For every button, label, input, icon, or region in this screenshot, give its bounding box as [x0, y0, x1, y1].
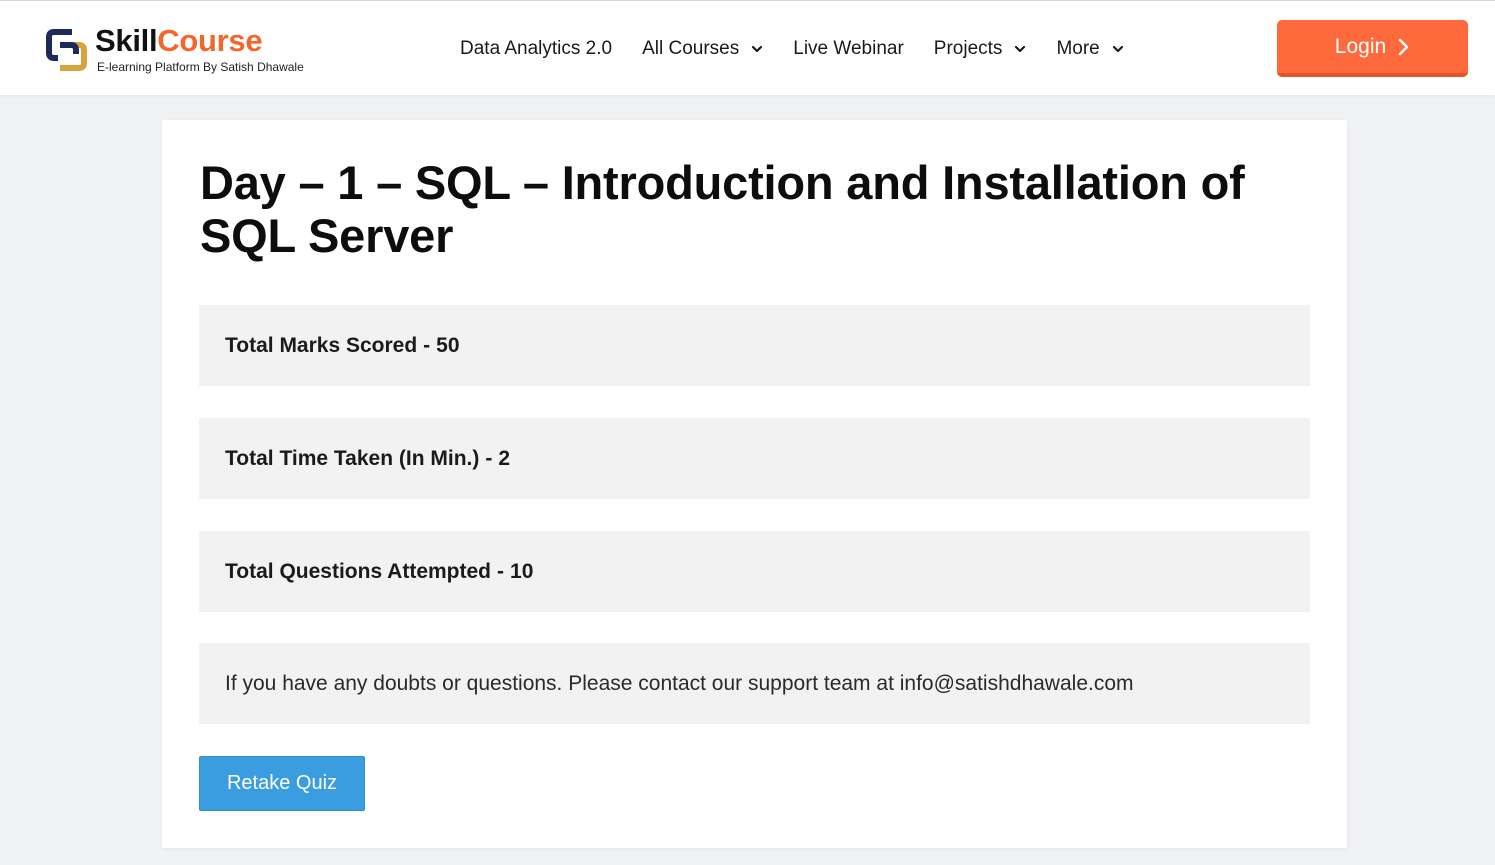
stat-value: 50 [436, 333, 460, 357]
nav-item-label: Live Webinar [793, 38, 904, 59]
nav-item-more[interactable]: More [1056, 38, 1123, 60]
stat-time-taken: Total Time Taken (In Min.) -2 [199, 418, 1310, 499]
nav-item-data-analytics[interactable]: Data Analytics 2.0 [460, 38, 612, 60]
stat-questions-attempted: Total Questions Attempted -10 [199, 531, 1310, 612]
login-label: Login [1334, 34, 1387, 58]
quiz-result-card: Day – 1 – SQL – Introduction and Install… [162, 120, 1347, 848]
nav-item-live-webinar[interactable]: Live Webinar [793, 38, 904, 60]
chevron-down-icon [1015, 45, 1026, 53]
brand-tagline: E-learning Platform By Satish Dhawale [97, 60, 304, 74]
brand-name: SkillCourse [95, 23, 263, 59]
support-note: If you have any doubts or questions. Ple… [199, 643, 1310, 724]
nav-item-label: Data Analytics 2.0 [460, 38, 613, 59]
nav-item-all-courses[interactable]: All Courses [642, 38, 763, 60]
nav-item-projects[interactable]: Projects [934, 38, 1027, 60]
stat-label: Total Time Taken (In Min.) [225, 446, 480, 470]
stat-label: Total Marks Scored [225, 333, 418, 357]
stat-label: Total Questions Attempted [225, 559, 492, 583]
nav-item-label: All Courses [642, 38, 740, 59]
main-nav: Data Analytics 2.0 All Courses Live Webi… [460, 35, 1154, 63]
page-title: Day – 1 – SQL – Introduction and Install… [200, 156, 1245, 262]
brand-course: Course [157, 23, 263, 58]
skillcourse-logo-icon [46, 29, 87, 71]
nav-item-label: Projects [933, 38, 1003, 59]
retake-quiz-button[interactable]: Retake Quiz [199, 756, 365, 811]
chevron-down-icon [1112, 45, 1123, 53]
brand-skill: Skill [95, 23, 158, 58]
nav-item-label: More [1056, 38, 1100, 59]
chevron-down-icon [752, 45, 763, 53]
stat-value: 10 [510, 559, 534, 583]
stat-value: 2 [498, 446, 511, 470]
login-button[interactable]: Login [1277, 20, 1468, 77]
chevron-right-icon [1398, 38, 1409, 55]
site-logo[interactable]: SkillCourse E-learning Platform By Satis… [46, 23, 346, 77]
site-header: SkillCourse E-learning Platform By Satis… [0, 0, 1495, 95]
stat-marks-scored: Total Marks Scored -50 [199, 305, 1310, 386]
